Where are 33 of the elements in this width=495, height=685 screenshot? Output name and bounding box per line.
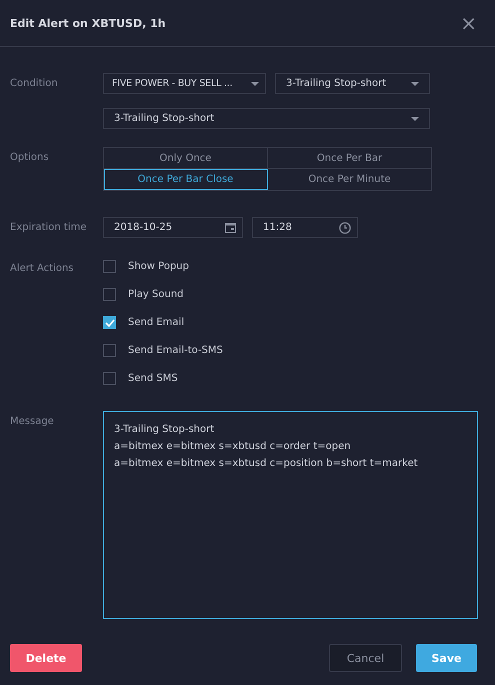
caret-icon [411, 82, 419, 86]
dropdown[interactable]: FIVE POWER - BUY SELL ... [103, 73, 266, 94]
checkbox[interactable] [103, 288, 116, 302]
checkbox-label[interactable]: Send Email-to-SMS [128, 345, 223, 356]
checkbox[interactable] [103, 316, 116, 330]
checkbox-label[interactable]: Play Sound [128, 289, 184, 300]
option-tab[interactable]: Once Per Bar [268, 148, 431, 170]
checkbox[interactable] [103, 344, 116, 358]
checkbox[interactable] [103, 372, 116, 386]
message-field[interactable]: 3-Trailing Stop-short a=bitmex e=bitmex s=xbtusd c=order t=open a=bitmex e=bitmex s=xbtusd c=position b=short t=market [103, 411, 478, 620]
dialog-title: Edit Alert on XBTUSD, 1h [10, 16, 166, 30]
date-field[interactable]: 2018-10-25 [103, 217, 243, 238]
cancel-button[interactable]: Cancel [329, 644, 402, 672]
caret-icon [251, 82, 259, 86]
checkbox-label[interactable]: Send Email [128, 317, 184, 328]
dropdown[interactable]: 3-Trailing Stop-short [275, 73, 430, 94]
checkbox-label[interactable]: Show Popup [128, 261, 189, 272]
option-tab[interactable]: Only Once [104, 148, 268, 170]
field-label: Options [9, 151, 50, 166]
checkbox-label[interactable]: Send SMS [128, 373, 178, 384]
calendar-icon [225, 222, 236, 234]
time-field[interactable]: 11:28 [252, 217, 358, 238]
field-label: Expiration time [9, 221, 88, 236]
field-label: Condition [9, 77, 59, 92]
field-label: Alert Actions [9, 262, 75, 276]
option-tab[interactable]: Once Per Minute [268, 169, 431, 190]
clock-icon [339, 222, 351, 234]
option-tab[interactable]: Once Per Bar Close [104, 169, 268, 190]
close-button[interactable]: × [456, 13, 481, 34]
checkbox[interactable] [103, 260, 116, 274]
dropdown[interactable]: 3-Trailing Stop-short [103, 108, 430, 130]
caret-icon [411, 116, 419, 121]
field-label: Message [9, 415, 55, 430]
